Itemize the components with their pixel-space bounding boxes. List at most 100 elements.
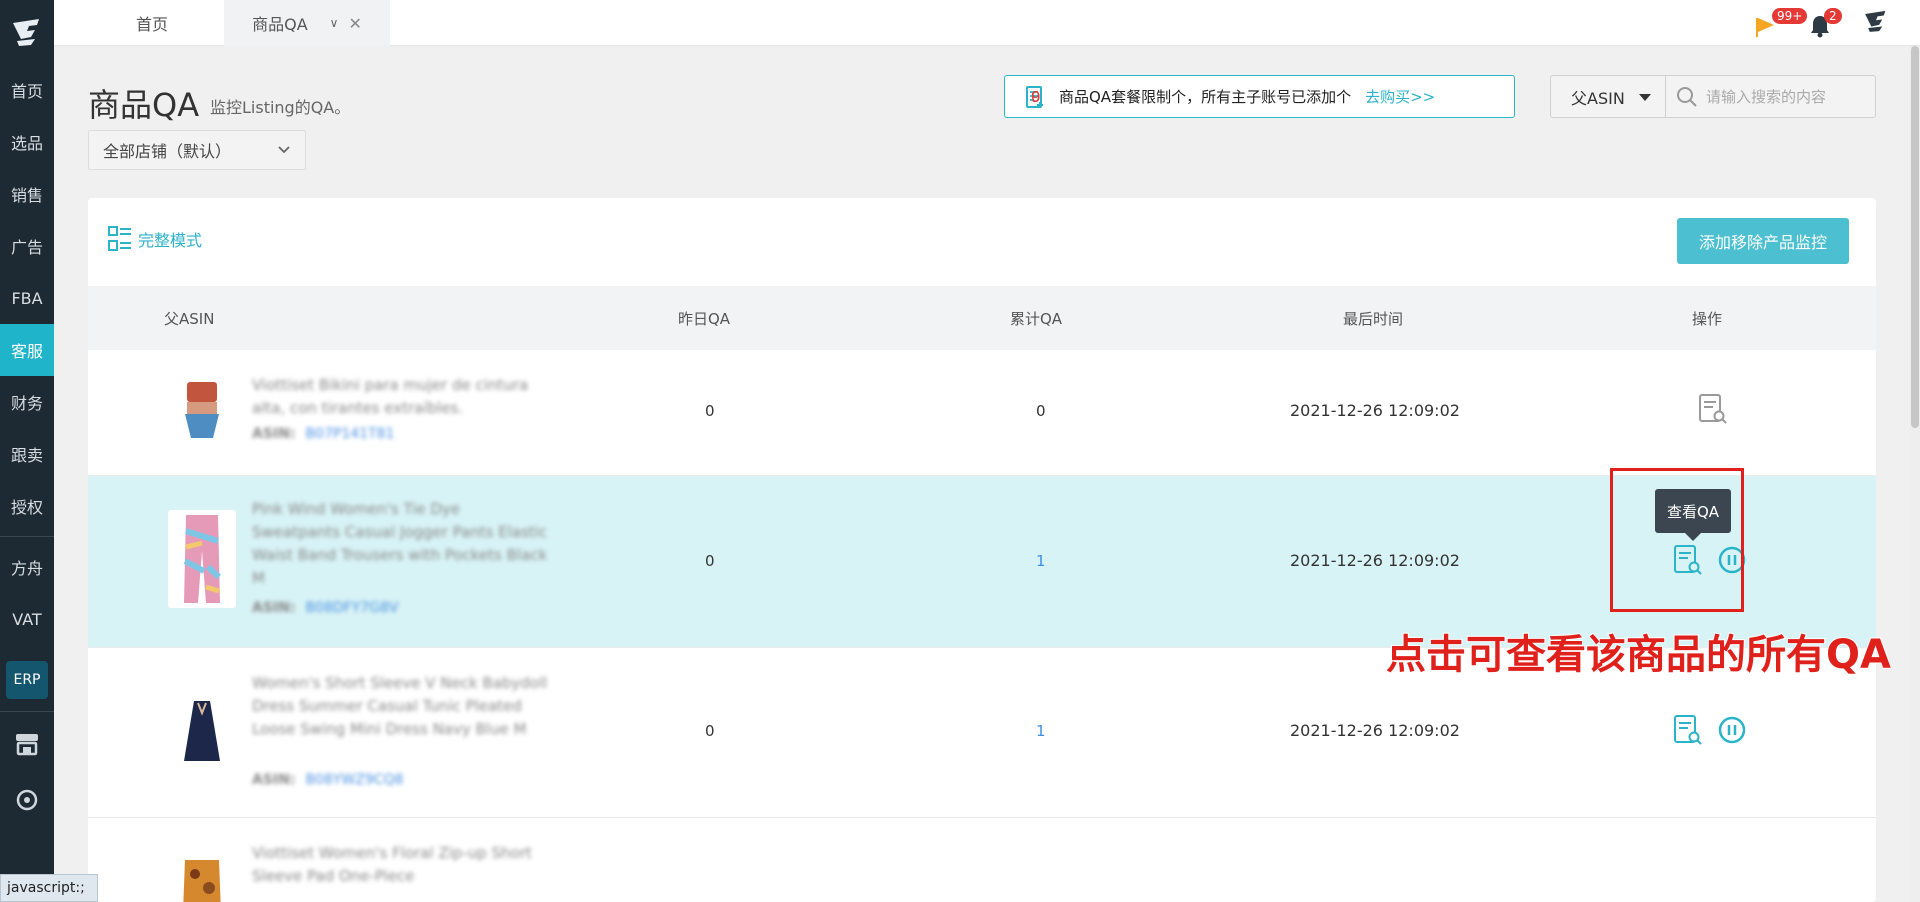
product-title[interactable]: Viottiset Women's Floral Zip-up Short Sl… [252,842,552,888]
annotation-text: 点击可查看该商品的所有QA [1385,631,1892,679]
search-type-value: 父ASIN [1571,88,1625,108]
tab-home[interactable]: 首页 [72,0,232,46]
sidebar-item-ads[interactable]: 广告 [0,220,54,272]
app-logo[interactable] [0,0,54,64]
sidebar-divider [0,711,54,712]
tab-label: 首页 [135,15,168,34]
search-bar: 父ASIN 请输入搜索的内容 [1550,75,1876,118]
asin-value[interactable]: B08DFY7G8V [305,600,398,616]
sweatpants-image [183,515,222,603]
col-yesterday-qa: 昨日QA [678,309,731,328]
col-last-time: 最后时间 [1343,309,1404,328]
sidebar-divider [0,536,54,537]
search-placeholder: 请输入搜索的内容 [1706,88,1827,106]
swimsuit-image [183,860,221,902]
search-icon [1677,86,1697,107]
dress-image [184,701,220,761]
page-title: 商品QA [88,86,200,124]
page-subtitle: 监控Listing的QA。 [210,98,351,117]
erp-button[interactable]: ERP [6,661,48,699]
flag-notification[interactable]: 99+ [1754,8,1808,38]
quota-prefix: 商品QA套餐限制 [1059,88,1172,106]
view-qa-icon[interactable] [1698,393,1728,425]
pause-icon[interactable] [1717,715,1747,745]
quota-suffix: 个 [1336,88,1352,106]
quota-middle: 个，所有主子账号已添加 [1171,88,1337,106]
add-remove-monitor-button[interactable]: 添加移除产品监控 [1677,218,1849,264]
col-parent-asin: 父ASIN [164,309,215,328]
last-time: 2021-12-26 12:09:02 [1290,551,1460,570]
list-view-icon [108,226,131,251]
search-type-select[interactable]: 父ASIN [1551,76,1666,117]
caret-down-icon [1639,94,1651,101]
qa-table-card: 完整模式 添加移除产品监控 父ASIN 昨日QA 累计QA 最后时间 操作 Vi… [88,198,1876,902]
view-qa-tooltip: 查看QA [1655,489,1731,541]
bell-notification[interactable]: 2 [1808,8,1842,38]
table-row: Viottiset Women's Floral Zip-up Short Sl… [88,818,1876,902]
asin-label: ASIN: [252,600,296,616]
col-total-qa: 累计QA [1010,309,1063,328]
sidebar-item-home[interactable]: 首页 [0,64,54,116]
sidebar-item-follow-sell[interactable]: 跟卖 [0,428,54,480]
sidebar-item-sales[interactable]: 销售 [0,168,54,220]
chevron-down-icon[interactable]: ∨ [330,16,339,30]
user-avatar[interactable] [1862,7,1890,39]
total-qa-link[interactable]: 1 [1036,552,1046,570]
product-image[interactable] [168,376,236,444]
asin-label: ASIN: [252,772,296,788]
sidebar-item-fba[interactable]: FBA [0,272,54,324]
quota-added: 9 [1031,87,1041,106]
avatar-icon [1865,10,1886,32]
close-icon[interactable]: ✕ [348,14,361,33]
sidebar-item-ark[interactable]: 方舟 [0,541,54,593]
product-title[interactable]: Pink Wind Women's Tie Dye Sweatpants Cas… [252,498,552,590]
product-asin[interactable]: ASIN: B07P141T81 [252,426,394,442]
buy-link[interactable]: 去购买>> [1365,86,1435,107]
yesterday-qa: 0 [705,722,715,740]
store-select[interactable]: 全部店铺（默认） [88,130,306,170]
asin-value[interactable]: B08YWZ9CQ8 [305,772,403,788]
store-icon[interactable] [0,716,54,772]
full-mode-toggle[interactable]: 完整模式 [108,226,202,252]
sidebar-item-vat[interactable]: VAT [0,593,54,645]
sidebar-item-finance[interactable]: 财务 [0,376,54,428]
quota-banner: 商品QA套餐限制 0 个，所有主子账号已添加 9 个 去购买>> [1004,75,1515,118]
sidebar-item-authorization[interactable]: 授权 [0,480,54,532]
total-qa: 0 [1036,402,1046,420]
mode-label: 完整模式 [138,231,203,250]
last-time: 2021-12-26 12:09:02 [1290,401,1460,420]
yesterday-qa: 0 [705,552,715,570]
col-actions: 操作 [1692,309,1723,328]
status-bar-link: javascript:; [0,874,98,902]
sidebar: 首页 选品 销售 广告 FBA 客服 财务 跟卖 授权 方舟 VAT ERP [0,0,54,902]
scrollbar-thumb[interactable] [1911,46,1919,428]
sidebar-item-product-selection[interactable]: 选品 [0,116,54,168]
tab-label: 商品QA [252,15,308,34]
product-asin[interactable]: ASIN: B08DFY7G8V [252,600,399,616]
asin-label: ASIN: [252,426,296,442]
product-asin[interactable]: ASIN: B08YWZ9CQ8 [252,772,403,788]
yesterday-qa: 0 [705,402,715,420]
support-icon[interactable] [0,772,54,828]
sidebar-item-customer-service[interactable]: 客服 [0,324,54,376]
product-image[interactable] [168,510,236,608]
store-select-value: 全部店铺（默认） [103,142,232,161]
table-row: Viottiset Bikini para mujer de cintura a… [88,350,1876,476]
total-qa-link[interactable]: 1 [1036,722,1046,740]
search-input[interactable]: 请输入搜索的内容 [1666,76,1875,117]
table-header: 父ASIN 昨日QA 累计QA 最后时间 操作 [88,286,1876,350]
product-image[interactable] [168,850,236,902]
top-bar: 首页 商品QA ∨ ✕ 99+ 2 [54,0,1920,46]
bikini-image [185,382,219,438]
bell-badge: 2 [1824,8,1842,24]
product-title[interactable]: Viottiset Bikini para mujer de cintura a… [252,374,552,420]
asin-value[interactable]: B07P141T81 [305,426,394,442]
chevron-down-icon [278,146,290,154]
view-qa-icon[interactable] [1673,714,1703,746]
tab-product-qa[interactable]: 商品QA ∨ ✕ [224,0,390,46]
page-scrollbar[interactable] [1910,46,1920,902]
product-image[interactable] [168,698,236,766]
logo-icon [13,19,39,46]
flag-badge: 99+ [1772,8,1808,24]
product-title[interactable]: Women's Short Sleeve V Neck Babydoll Dre… [252,672,552,741]
